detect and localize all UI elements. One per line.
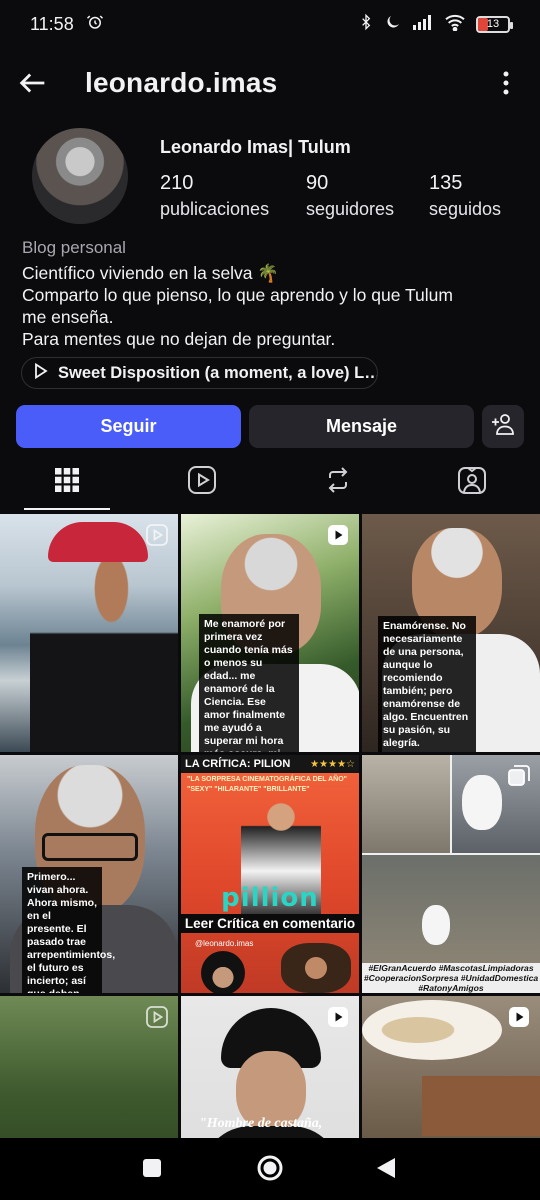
stat-following[interactable]: 135 seguidos [429,172,501,220]
carousel-icon [508,765,530,787]
comic-panel [362,855,540,963]
back-arrow-icon[interactable] [16,66,50,100]
dog-illustration [462,775,502,830]
triangle-back-icon [375,1156,397,1185]
header-username: leonardo.imas [85,67,278,98]
system-nav-bar [0,1138,540,1200]
profile-header: leonardo.imas [0,56,540,110]
movie-poster: "LA SORPRESA CINEMATOGRÁFICA DEL AÑO" "S… [181,773,359,993]
tab-reposts[interactable] [284,456,392,508]
comic-panel [362,755,450,853]
circle-icon [256,1154,284,1187]
bio-line: Para mentes que no dejan de preguntar. [22,329,336,349]
follow-button[interactable]: Seguir [16,405,241,448]
reposts-icon [324,466,352,499]
battery-icon: 13 [476,15,513,33]
post-tile[interactable]: #ElGranAcuerdo #MascotasLimpiadoras #Coo… [362,755,540,993]
music-title: Sweet Disposition (a moment, a love) L… [58,363,378,382]
battery-level: 13 [486,18,500,30]
tagged-icon [457,465,487,500]
stat-followers[interactable]: 90 seguidores [306,172,394,220]
post-tile[interactable] [0,514,178,752]
poster-author-photo [201,951,245,993]
active-tab-indicator [24,508,110,510]
glasses [42,833,138,861]
post-caption: Primero... vivan ahora. Ahora mismo, en … [22,867,115,993]
table-wood [422,1076,540,1136]
status-bar: 11:58 13 [0,0,540,48]
post-tile[interactable]: Primero... vivan ahora. Ahora mismo, en … [0,755,178,993]
status-time: 11:58 [30,13,74,34]
poster-actor-photo [281,943,351,993]
grid-icon [54,467,80,498]
tab-tagged[interactable] [418,456,526,508]
bio-line: me enseña. [22,307,114,327]
stat-posts-label: publicaciones [160,199,270,219]
profile-music-chip[interactable]: Sweet Disposition (a moment, a love) L… [21,357,378,389]
reel-icon [327,524,349,546]
nav-home-button[interactable] [250,1150,290,1190]
post-caption: Enamórense. No necesariamente de una per… [378,616,476,752]
nav-back-button[interactable] [366,1150,406,1190]
poster-header: LA CRÍTICA: PILION ★★★★☆ [181,755,359,773]
poster-cta: Leer Crítica en comentario [181,914,359,933]
post-tile[interactable]: Enamórense. No necesariamente de una per… [362,514,540,752]
profile-full-name: Leonardo Imas| Tulum [160,137,351,157]
tab-grid[interactable] [13,456,121,508]
reel-icon [508,1006,530,1028]
stat-posts[interactable]: 210 publicaciones [160,172,269,220]
red-cap [48,522,148,562]
profile-tabs [0,456,540,512]
post-hashtags: #ElGranAcuerdo #MascotasLimpiadoras #Coo… [363,963,539,993]
post-caption: Me enamoré por primera vez cuando tenía … [199,614,299,752]
profile-category: Blog personal [22,238,126,257]
stat-followers-number: 90 [306,172,329,194]
stat-following-label: seguidos [429,199,502,219]
rating-stars: ★★★★☆ [310,758,355,770]
stat-posts-number: 210 [160,172,194,194]
stat-followers-label: seguidores [306,199,395,219]
stat-following-number: 135 [429,172,463,194]
signal-icon [412,14,434,35]
food-plate [362,1000,502,1060]
wifi-icon [444,13,466,36]
alarm-icon [86,13,104,36]
reel-icon [146,524,168,546]
add-person-icon [491,413,515,440]
bluetooth-icon [358,13,374,36]
suggest-people-button[interactable] [482,405,524,448]
play-icon [34,362,48,384]
square-icon [142,1158,162,1183]
post-photo [30,534,178,752]
dog-illustration [422,905,450,945]
post-tile[interactable]: Me enamoré por primera vez cuando tenía … [181,514,359,752]
message-button[interactable]: Mensaje [249,405,474,448]
bio-line: Científico viviendo en la selva 🌴 [22,263,280,283]
post-caption: "Hombre de castaña, [199,1116,323,1131]
moon-icon [384,13,402,36]
poster-movie-title: pillion [221,883,319,913]
nav-recents-button[interactable] [132,1150,172,1190]
post-tile[interactable]: LA CRÍTICA: PILION ★★★★☆ "LA SORPRESA CI… [181,755,359,993]
reels-icon [187,465,217,500]
poster-title: LA CRÍTICA: PILION [185,758,291,770]
bio-line: Comparto lo que pienso, lo que aprendo y… [22,285,453,305]
tab-reels[interactable] [148,456,256,508]
more-options-icon[interactable] [502,68,510,98]
profile-avatar[interactable] [32,128,128,224]
profile-bio: Científico viviendo en la selva 🌴 Compar… [22,262,522,350]
poster-handle: @leonardo.imas [195,939,254,948]
poster-quotes: "LA SORPRESA CINEMATOGRÁFICA DEL AÑO" "S… [187,776,347,793]
reel-icon [327,1006,349,1028]
reel-icon [146,1006,168,1028]
